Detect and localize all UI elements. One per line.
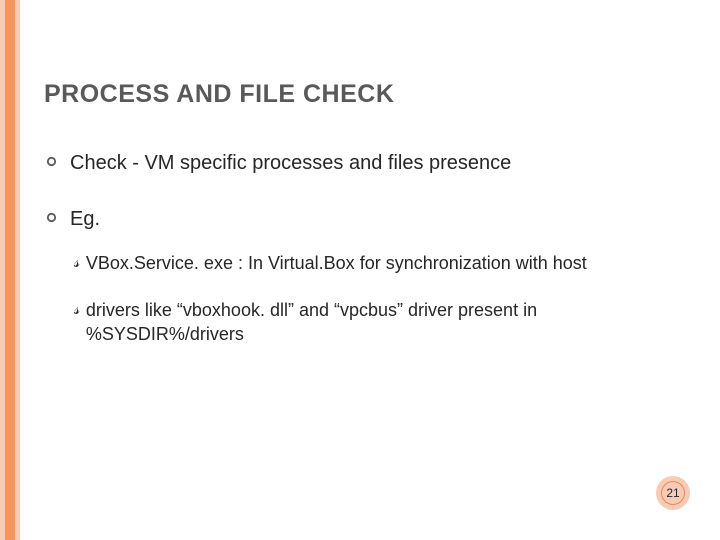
ring-bullet-icon (44, 154, 58, 168)
side-accent-bar (0, 0, 20, 540)
script-bullet-icon: 𝓈 (74, 252, 80, 274)
page-number-badge: 21 (656, 476, 690, 510)
slide: PROCESS AND FILE CHECK Check - VM specif… (0, 0, 720, 540)
script-bullet-icon: 𝓈 (74, 299, 80, 321)
bullet-text: Eg. (70, 206, 100, 232)
slide-content: Check - VM specific processes and files … (44, 150, 680, 370)
ring-bullet-icon (44, 210, 58, 224)
bullet-level2: 𝓈 VBox.Service. exe : In Virtual.Box for… (74, 252, 680, 275)
bullet-level1: Eg. (44, 206, 680, 232)
sub-bullet-text: drivers like “vboxhook. dll” and “vpcbus… (86, 299, 680, 346)
side-bar-inner (5, 0, 15, 540)
slide-title: PROCESS AND FILE CHECK (44, 80, 394, 109)
sub-bullet-text: VBox.Service. exe : In Virtual.Box for s… (86, 252, 587, 275)
bullet-level2: 𝓈 drivers like “vboxhook. dll” and “vpcb… (74, 299, 680, 346)
sub-bullet-group: 𝓈 VBox.Service. exe : In Virtual.Box for… (74, 252, 680, 346)
bullet-text: Check - VM specific processes and files … (70, 150, 511, 176)
page-number: 21 (666, 486, 679, 500)
bullet-level1: Check - VM specific processes and files … (44, 150, 680, 176)
